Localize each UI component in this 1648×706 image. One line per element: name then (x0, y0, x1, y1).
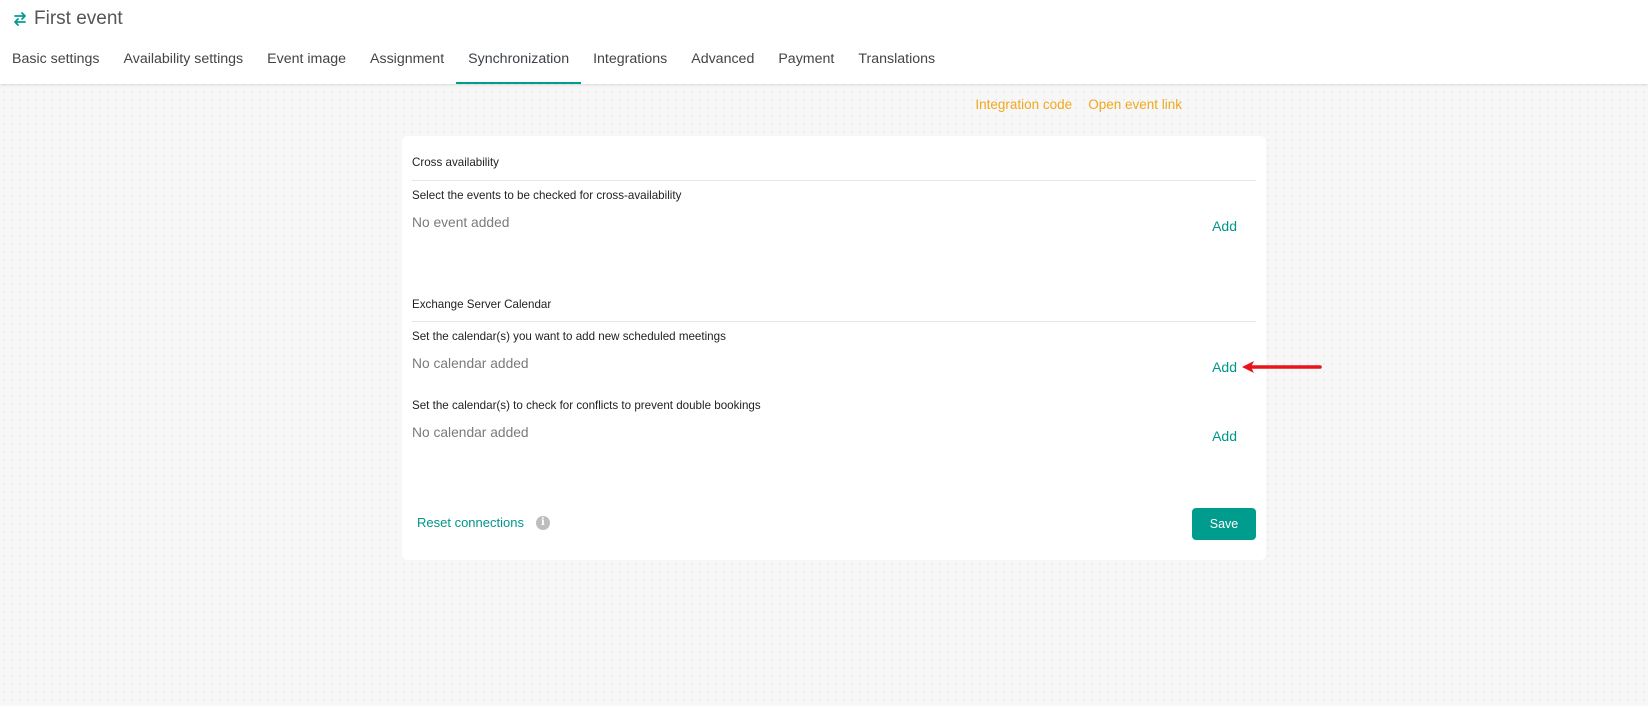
tab-assignment[interactable]: Assignment (358, 40, 456, 84)
new-meetings-empty-text: No calendar added (412, 356, 529, 371)
reset-row: Reset connections i (417, 515, 550, 530)
new-meetings-calendar-label: Set the calendar(s) you want to add new … (412, 330, 726, 343)
cross-availability-empty-text: No event added (412, 215, 510, 230)
cross-availability-heading: Cross availability (412, 156, 499, 169)
tab-bar: Basic settings Availability settings Eve… (0, 40, 947, 84)
tab-payment[interactable]: Payment (766, 40, 846, 84)
open-event-link[interactable]: Open event link (1088, 97, 1182, 112)
tab-basic-settings[interactable]: Basic settings (0, 40, 112, 84)
conflict-calendar-label: Set the calendar(s) to check for conflic… (412, 399, 761, 412)
tab-integrations[interactable]: Integrations (581, 40, 679, 84)
tab-advanced[interactable]: Advanced (679, 40, 766, 84)
reset-connections-link[interactable]: Reset connections (417, 515, 524, 530)
red-arrow-annotation (1242, 361, 1322, 373)
info-icon[interactable]: i (535, 515, 550, 530)
tab-synchronization[interactable]: Synchronization (456, 40, 582, 84)
conflict-calendar-empty-text: No calendar added (412, 425, 529, 440)
tab-availability-settings[interactable]: Availability settings (112, 40, 256, 84)
add-new-meetings-calendar-button[interactable]: Add (1212, 359, 1237, 375)
cross-availability-label: Select the events to be checked for cros… (412, 189, 682, 202)
add-conflict-calendar-button[interactable]: Add (1212, 428, 1237, 444)
add-cross-availability-button[interactable]: Add (1212, 218, 1237, 234)
divider (412, 321, 1256, 322)
synchronization-card: Cross availability Select the events to … (402, 136, 1266, 560)
integration-code-link[interactable]: Integration code (975, 97, 1072, 112)
exchange-calendar-heading: Exchange Server Calendar (412, 298, 552, 311)
sync-icon (14, 12, 26, 26)
title-row: First event (12, 7, 123, 31)
tab-translations[interactable]: Translations (846, 40, 947, 84)
page-title: First event (34, 8, 123, 29)
top-bar: First event Basic settings Availability … (0, 0, 1648, 84)
divider (412, 180, 1256, 181)
save-button[interactable]: Save (1192, 508, 1256, 540)
top-links: Integration code Open event link (975, 97, 1182, 112)
tab-event-image[interactable]: Event image (255, 40, 358, 84)
